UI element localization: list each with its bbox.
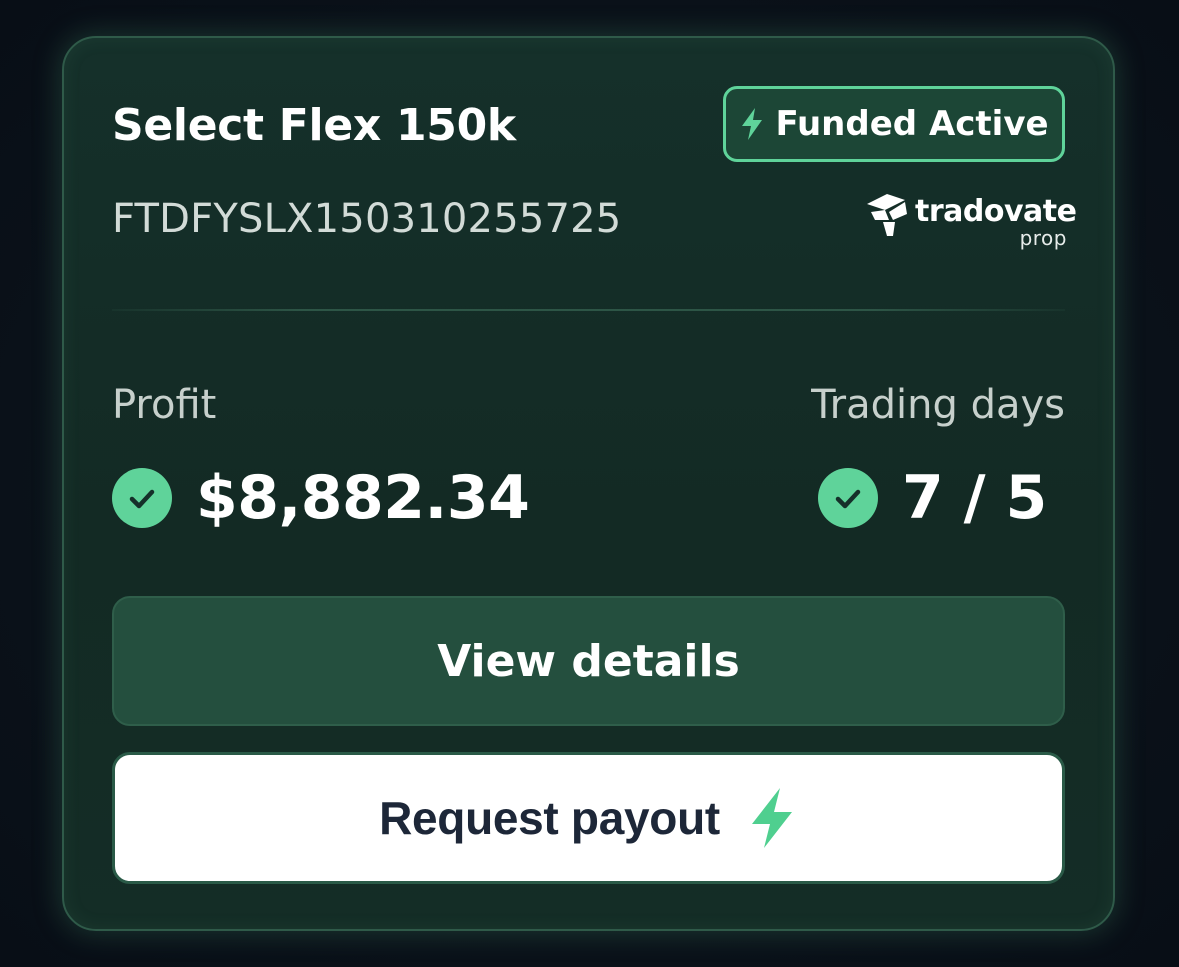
account-title: Select Flex 150k: [112, 100, 516, 151]
view-details-button[interactable]: View details: [112, 596, 1065, 726]
trading-days-value: 7 / 5: [902, 463, 1047, 533]
status-badge: Funded Active: [723, 86, 1065, 162]
trading-days-label: Trading days: [811, 382, 1065, 428]
request-payout-button[interactable]: Request payout: [112, 752, 1065, 884]
brand-logo: tradovate prop: [865, 188, 1077, 252]
profit-value: $8,882.34: [196, 463, 530, 533]
brand-name: tradovate: [915, 194, 1077, 229]
trading-days-stat: 7 / 5: [818, 463, 1047, 533]
check-circle-icon: [818, 468, 878, 528]
page: Select Flex 150k Funded Active FTDFYSLX1…: [0, 0, 1179, 967]
profit-stat: $8,882.34: [112, 463, 530, 533]
account-id: FTDFYSLX150310255725: [112, 196, 622, 242]
status-badge-label: Funded Active: [775, 104, 1049, 144]
request-payout-label: Request payout: [379, 792, 720, 844]
tradovate-logo-icon: [867, 194, 907, 236]
brand-sub: prop: [1019, 226, 1067, 250]
profit-label: Profit: [112, 382, 217, 428]
check-circle-icon: [112, 468, 172, 528]
account-card: Select Flex 150k Funded Active FTDFYSLX1…: [62, 36, 1115, 931]
lightning-bolt-icon: [742, 108, 763, 140]
divider: [112, 309, 1065, 311]
lightning-bolt-icon: [751, 788, 792, 848]
